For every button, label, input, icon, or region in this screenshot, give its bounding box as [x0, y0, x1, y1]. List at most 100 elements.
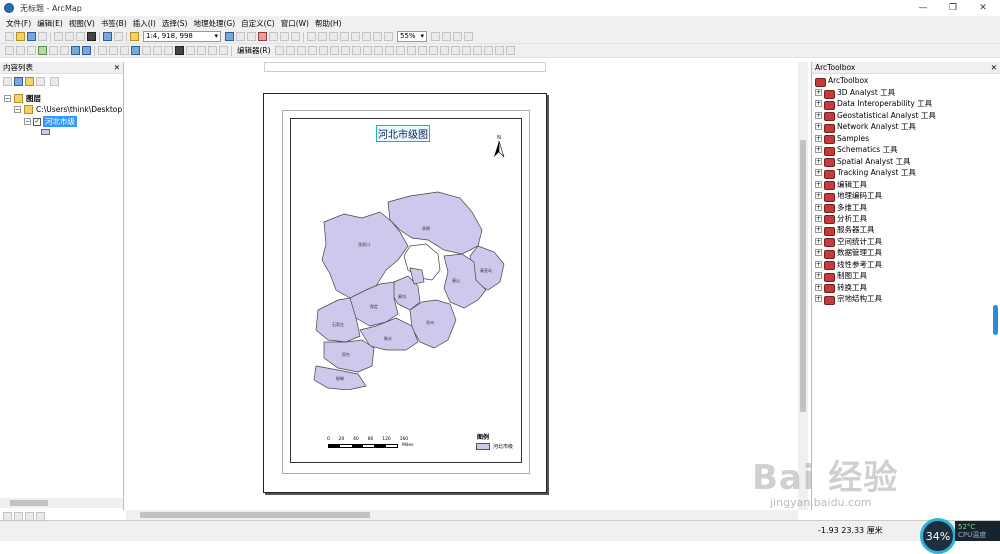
find-route-icon[interactable] — [186, 46, 195, 55]
expand-icon[interactable]: + — [815, 237, 822, 245]
toolbox-item[interactable]: + 制图工具 — [815, 270, 867, 282]
scale-combo[interactable]: 1:4, 918, 998 ▾ — [143, 31, 221, 42]
toolbox-item[interactable]: + Schematics 工具 — [815, 144, 898, 156]
close-button[interactable]: ✕ — [968, 0, 998, 16]
edit-tool-icon[interactable] — [428, 46, 438, 55]
refresh-icon[interactable] — [25, 512, 34, 521]
editor-toolbar-icon[interactable] — [225, 32, 234, 41]
toc-window-icon[interactable] — [236, 32, 245, 41]
open-icon[interactable] — [16, 32, 25, 41]
edit-tool-icon[interactable] — [406, 46, 416, 55]
scale-bar[interactable] — [328, 444, 398, 448]
zoom-whole-page-icon[interactable] — [307, 32, 316, 41]
side-slider-handle[interactable] — [993, 305, 998, 335]
toolbox-item[interactable]: + Spatial Analyst 工具 — [815, 156, 910, 168]
menu-windows[interactable]: 窗口(W) — [278, 18, 312, 29]
list-by-source-icon[interactable] — [14, 76, 23, 86]
toolbox-item[interactable]: + Geostatistical Analyst 工具 — [815, 110, 936, 122]
search-window-icon[interactable] — [291, 32, 300, 41]
fixed-zoom-in-icon[interactable] — [49, 46, 58, 55]
expand-icon[interactable]: + — [815, 203, 822, 211]
menu-edit[interactable]: 编辑(E) — [34, 18, 66, 29]
minimize-button[interactable]: — — [908, 0, 938, 16]
change-layout-icon[interactable] — [384, 32, 393, 41]
toolbox-item[interactable]: + 分析工具 — [815, 213, 867, 225]
edit-tool-icon[interactable] — [318, 46, 328, 55]
measure-icon[interactable] — [164, 46, 173, 55]
toolbox-item[interactable]: + 服务器工具 — [815, 224, 875, 236]
edit-tool-icon[interactable] — [285, 46, 295, 55]
edit-tool-icon[interactable] — [395, 46, 405, 55]
close-icon[interactable]: ✕ — [991, 63, 997, 72]
list-by-visibility-icon[interactable] — [25, 76, 34, 86]
layout-tool-icon[interactable] — [464, 32, 473, 41]
time-slider-icon[interactable] — [208, 46, 217, 55]
legend-title[interactable]: 图例 — [477, 432, 489, 441]
map-title[interactable]: 河北市级图 — [376, 125, 430, 142]
delete-icon[interactable] — [87, 32, 96, 41]
layout-tool-icon[interactable] — [431, 32, 440, 41]
zoom-out-fixed-icon[interactable] — [329, 32, 338, 41]
tree-row-layers[interactable]: − 图层 — [4, 93, 41, 104]
select-features-icon[interactable] — [98, 46, 107, 55]
edit-tool-icon[interactable] — [483, 46, 493, 55]
menu-view[interactable]: 视图(V) — [66, 18, 98, 29]
tree-row-folder[interactable]: − C:\Users\think\Desktop — [14, 104, 122, 115]
list-by-drawing-order-icon[interactable] — [3, 76, 12, 86]
maximize-button[interactable]: ❐ — [938, 0, 968, 16]
menu-selection[interactable]: 选择(S) — [159, 18, 191, 29]
toolbox-item[interactable]: + 地理编码工具 — [815, 190, 882, 202]
zoom-100-icon[interactable] — [340, 32, 349, 41]
edit-tool-icon[interactable] — [505, 46, 515, 55]
zoom-out-icon[interactable] — [16, 46, 25, 55]
zoom-in-icon[interactable] — [5, 46, 14, 55]
close-icon[interactable]: ✕ — [114, 63, 120, 72]
collapse-icon[interactable]: − — [24, 118, 31, 125]
identify-icon[interactable] — [131, 46, 140, 55]
layer-label[interactable]: 河北市级 — [43, 116, 77, 127]
print-icon[interactable] — [38, 32, 47, 41]
expand-icon[interactable]: + — [815, 260, 822, 268]
arctoolbox-icon[interactable] — [258, 32, 267, 41]
options-icon[interactable] — [50, 76, 59, 86]
hyperlink-icon[interactable] — [142, 46, 151, 55]
expand-icon[interactable]: + — [815, 272, 822, 280]
expand-icon[interactable]: + — [815, 214, 822, 222]
edit-tool-icon[interactable] — [450, 46, 460, 55]
full-extent-icon[interactable] — [38, 46, 47, 55]
toolbox-item[interactable]: + Samples — [815, 133, 869, 145]
modelbuilder-icon[interactable] — [280, 32, 289, 41]
pan-page-icon[interactable] — [351, 32, 360, 41]
edit-tool-icon[interactable] — [362, 46, 372, 55]
focus-frame-icon[interactable] — [373, 32, 382, 41]
menu-help[interactable]: 帮助(H) — [312, 18, 345, 29]
edit-tool-icon[interactable] — [329, 46, 339, 55]
edit-tool-icon[interactable] — [351, 46, 361, 55]
north-arrow-icon[interactable] — [493, 141, 505, 157]
pause-drawing-icon[interactable] — [36, 512, 45, 521]
toolbox-item[interactable]: + 宗地结构工具 — [815, 293, 882, 305]
expand-icon[interactable]: + — [815, 123, 822, 131]
select-elements-icon[interactable] — [120, 46, 129, 55]
toggle-draft-icon[interactable] — [362, 32, 371, 41]
layer-visibility-checkbox[interactable]: ✓ — [33, 117, 41, 126]
toolbox-item[interactable]: + 多维工具 — [815, 202, 867, 213]
python-window-icon[interactable] — [269, 32, 278, 41]
menu-geoprocessing[interactable]: 地理处理(G) — [190, 18, 238, 29]
menu-insert[interactable]: 插入(I) — [130, 18, 159, 29]
html-popup-icon[interactable] — [153, 46, 162, 55]
layout-tool-icon[interactable] — [453, 32, 462, 41]
expand-icon[interactable]: + — [815, 226, 822, 234]
add-data-icon[interactable] — [130, 32, 139, 41]
layout-vscroll-thumb[interactable] — [800, 140, 806, 412]
edit-tool-icon[interactable] — [417, 46, 427, 55]
toc-hscroll-thumb[interactable] — [10, 500, 48, 506]
editor-menu[interactable]: 编辑器(R) — [234, 45, 274, 56]
toolbox-root[interactable]: ArcToolbox — [815, 75, 868, 87]
expand-icon[interactable]: + — [815, 89, 822, 96]
edit-tool-icon[interactable] — [274, 46, 284, 55]
edit-tool-icon[interactable] — [296, 46, 306, 55]
hebei-map[interactable]: 承德 张家口 秦皇岛 唐山 廊坊 保定 沧州 石家庄 衡水 邢台 邯郸 — [310, 190, 510, 390]
expand-icon[interactable]: + — [815, 180, 822, 188]
toolbox-item[interactable]: + 数据管理工具 — [815, 247, 882, 259]
